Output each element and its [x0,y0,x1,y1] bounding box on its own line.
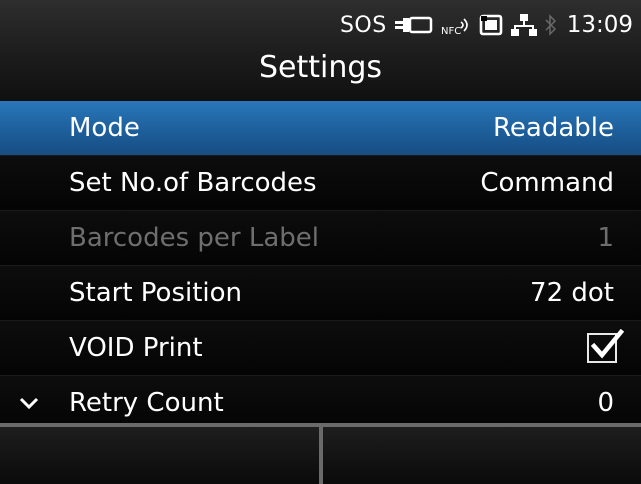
clock: 13:09 [566,12,633,38]
chevron-down-icon [17,391,41,415]
setting-label: Barcodes per Label [69,223,319,253]
setting-value: 72 dot [530,278,614,308]
setting-row-start-position[interactable]: Start Position 72 dot [0,265,641,320]
header: SOS NFC 13:09 Settings [0,0,641,101]
setting-label: Start Position [69,278,243,308]
setting-label: VOID Print [69,333,203,363]
softkey-right[interactable] [322,427,641,484]
battery-plug-icon [394,16,433,34]
sos-indicator: SOS [339,12,387,38]
setting-value: Readable [493,113,614,143]
setting-value: Command [480,168,614,198]
setting-label: Mode [69,113,140,143]
setting-value: 0 [597,388,614,418]
network-lan-icon [510,13,537,37]
bluetooth-icon [545,14,557,36]
softkey-bar [0,423,641,484]
sd-card-icon [479,13,503,37]
setting-value: 1 [597,223,614,253]
setting-row-barcodes-per-label: Barcodes per Label 1 [0,210,641,265]
printer-settings-screen: SOS NFC 13:09 Settings Mode Readable Set… [0,0,641,484]
page-title: Settings [258,50,383,85]
softkey-left[interactable] [0,427,319,484]
setting-label: Retry Count [69,388,224,418]
settings-list: Mode Readable Set No.of Barcodes Command… [0,101,641,430]
svg-text:NFC: NFC [441,26,461,36]
nfc-icon: NFC [441,14,471,36]
setting-row-retry-count[interactable]: Retry Count 0 [0,375,641,430]
setting-row-set-no-of-barcodes[interactable]: Set No.of Barcodes Command [0,155,641,210]
setting-row-void-print[interactable]: VOID Print [0,320,641,375]
void-print-checkbox[interactable] [587,329,624,363]
setting-row-mode[interactable]: Mode Readable [0,101,641,155]
setting-label: Set No.of Barcodes [69,168,317,198]
checkmark-icon [590,329,624,359]
status-bar: SOS NFC 13:09 [340,8,633,42]
